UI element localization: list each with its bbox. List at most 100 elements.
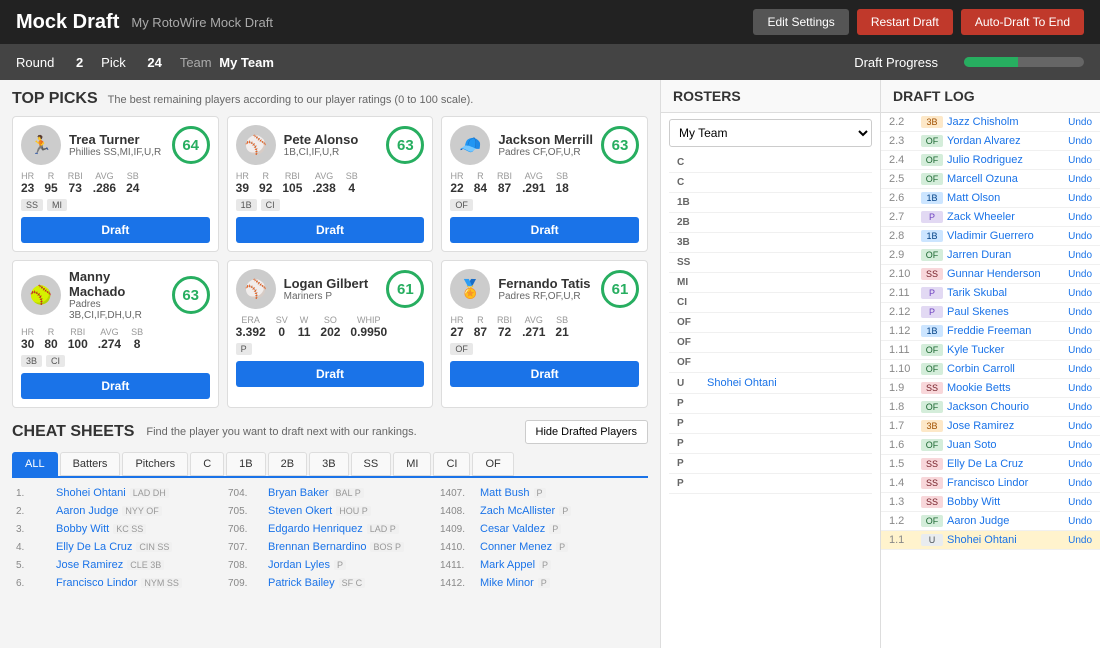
cheat-player-name[interactable]: Patrick Bailey [268,577,335,589]
draft-button[interactable]: Draft [21,217,210,243]
cheat-player-name[interactable]: Bobby Witt [56,523,109,535]
cheat-player-name[interactable]: Brennan Bernardino [268,541,366,553]
roster-pos: C [677,157,701,168]
undo-button[interactable]: Undo [1068,421,1092,432]
roster-row: CI [669,293,872,313]
cheat-tag: NYM SS [141,578,182,588]
draft-log-name[interactable]: Elly De La Cruz [947,458,1064,470]
draft-log-name[interactable]: Juan Soto [947,439,1064,451]
undo-button[interactable]: Undo [1068,440,1092,451]
undo-button[interactable]: Undo [1068,459,1092,470]
draft-log-name[interactable]: Jose Ramirez [947,420,1064,432]
draft-button[interactable]: Draft [236,361,425,387]
auto-draft-button[interactable]: Auto-Draft To End [961,9,1084,35]
hide-drafted-button[interactable]: Hide Drafted Players [525,420,649,444]
cheat-player-name[interactable]: Jose Ramirez [56,559,123,571]
draft-log-name[interactable]: Freddie Freeman [947,325,1064,337]
draft-button[interactable]: Draft [21,373,210,399]
cheat-tab[interactable]: CI [433,452,470,476]
cheat-tab[interactable]: C [190,452,224,476]
undo-button[interactable]: Undo [1068,402,1092,413]
undo-button[interactable]: Undo [1068,535,1092,546]
cheat-tab[interactable]: 1B [226,452,265,476]
undo-button[interactable]: Undo [1068,231,1092,242]
undo-button[interactable]: Undo [1068,307,1092,318]
draft-log-name[interactable]: Corbin Carroll [947,363,1064,375]
undo-button[interactable]: Undo [1068,478,1092,489]
cheat-player-name[interactable]: Shohei Ohtani [56,487,126,499]
cheat-tab[interactable]: OF [472,452,513,476]
undo-button[interactable]: Undo [1068,345,1092,356]
cheat-player-name[interactable]: Edgardo Henriquez [268,523,363,535]
cheat-player-name[interactable]: Mark Appel [480,559,535,571]
cheat-sheets-title: CHEAT SHEETS [12,423,134,441]
draft-log-name[interactable]: Gunnar Henderson [947,268,1064,280]
roster-team-select[interactable]: My Team [669,119,872,147]
draft-log-pos: 3B [921,420,943,432]
draft-log-name[interactable]: Bobby Witt [947,496,1064,508]
draft-log-name[interactable]: Mookie Betts [947,382,1064,394]
draft-log-name[interactable]: Julio Rodriguez [947,154,1064,166]
draft-log-name[interactable]: Jazz Chisholm [947,116,1064,128]
draft-log-name[interactable]: Francisco Lindor [947,477,1064,489]
cheat-player-name[interactable]: Steven Okert [268,505,332,517]
draft-log-name[interactable]: Aaron Judge [947,515,1064,527]
cheat-player-name[interactable]: Conner Menez [480,541,552,553]
cheat-tab[interactable]: 2B [268,452,307,476]
cheat-player-name[interactable]: Francisco Lindor [56,577,137,589]
draft-log-name[interactable]: Zack Wheeler [947,211,1064,223]
undo-button[interactable]: Undo [1068,250,1092,261]
cheat-player-name[interactable]: Matt Bush [480,487,530,499]
cheat-rank: 706. [228,524,264,535]
draft-log-name[interactable]: Tarik Skubal [947,287,1064,299]
draft-log-name[interactable]: Kyle Tucker [947,344,1064,356]
undo-button[interactable]: Undo [1068,497,1092,508]
cheat-player-name[interactable]: Zach McAllister [480,505,555,517]
cheat-tab[interactable]: Pitchers [122,452,188,476]
cheat-tab[interactable]: ALL [12,452,58,476]
cheat-column: 704. Bryan Baker BAL P 705. Steven Okert… [224,484,436,592]
undo-button[interactable]: Undo [1068,364,1092,375]
roster-row: C [669,173,872,193]
cheat-tab[interactable]: SS [351,452,392,476]
cheat-tab[interactable]: MI [393,452,431,476]
draft-log-row: 2.3 OF Yordan Alvarez Undo [881,132,1100,151]
draft-button[interactable]: Draft [450,361,639,387]
draft-log-row: 1.7 3B Jose Ramirez Undo [881,417,1100,436]
undo-button[interactable]: Undo [1068,117,1092,128]
cheat-player-name[interactable]: Mike Minor [480,577,534,589]
draft-log-name[interactable]: Marcell Ozuna [947,173,1064,185]
undo-button[interactable]: Undo [1068,269,1092,280]
draft-log-name[interactable]: Jarren Duran [947,249,1064,261]
cheat-player-name[interactable]: Cesar Valdez [480,523,545,535]
cheat-player-name[interactable]: Jordan Lyles [268,559,330,571]
draft-log-name[interactable]: Jackson Chourio [947,401,1064,413]
draft-button[interactable]: Draft [236,217,425,243]
draft-log-name[interactable]: Shohei Ohtani [947,534,1064,546]
undo-button[interactable]: Undo [1068,326,1092,337]
undo-button[interactable]: Undo [1068,174,1092,185]
undo-button[interactable]: Undo [1068,516,1092,527]
edit-settings-button[interactable]: Edit Settings [753,9,848,35]
roster-player[interactable]: Shohei Ohtani [707,377,864,389]
cheat-player-name[interactable]: Aaron Judge [56,505,118,517]
draft-log-name[interactable]: Vladimir Guerrero [947,230,1064,242]
stat-item: AVG .238 [312,171,335,195]
undo-button[interactable]: Undo [1068,288,1092,299]
draft-log-name[interactable]: Yordan Alvarez [947,135,1064,147]
undo-button[interactable]: Undo [1068,383,1092,394]
undo-button[interactable]: Undo [1068,193,1092,204]
draft-button[interactable]: Draft [450,217,639,243]
undo-button[interactable]: Undo [1068,136,1092,147]
draft-log-name[interactable]: Paul Skenes [947,306,1064,318]
cheat-player-name[interactable]: Bryan Baker [268,487,329,499]
restart-draft-button[interactable]: Restart Draft [857,9,953,35]
undo-button[interactable]: Undo [1068,212,1092,223]
cheat-tab[interactable]: 3B [309,452,348,476]
stat-item: SB 18 [555,171,568,195]
draft-log-name[interactable]: Matt Olson [947,192,1064,204]
cheat-tab[interactable]: Batters [60,452,121,476]
undo-button[interactable]: Undo [1068,155,1092,166]
cheat-player-name[interactable]: Elly De La Cruz [56,541,132,553]
draft-log-pos: OF [921,249,943,261]
